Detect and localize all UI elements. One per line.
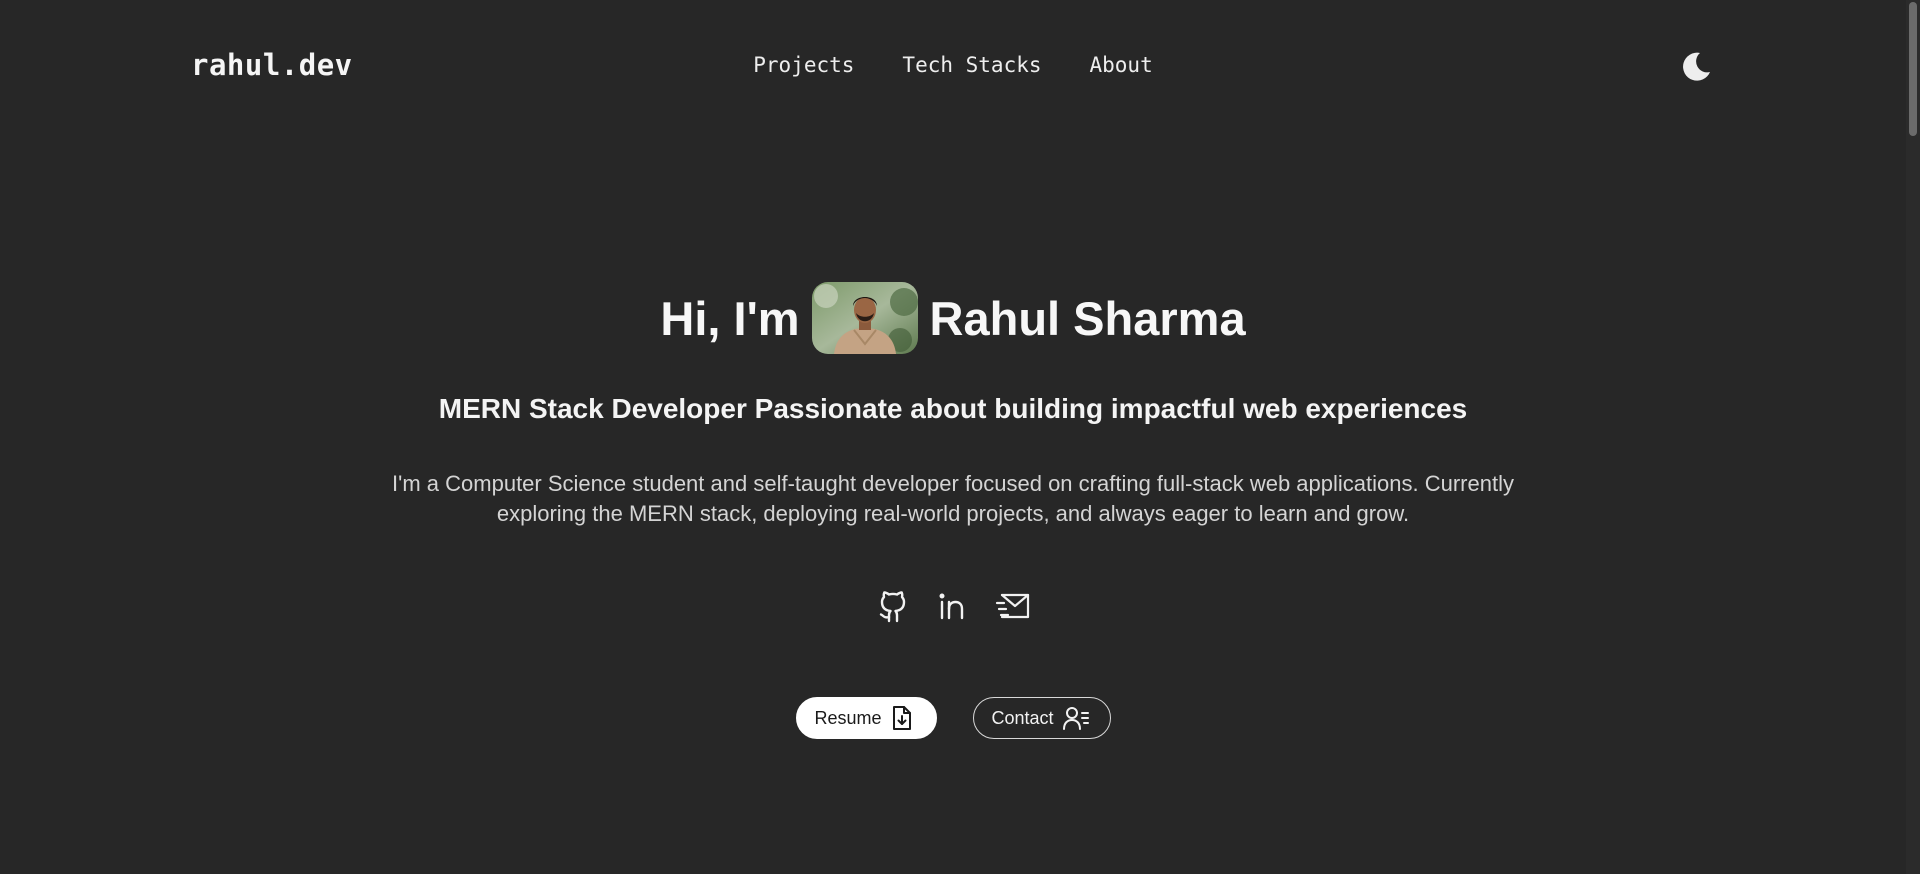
social-links	[0, 588, 1906, 624]
email-icon	[995, 593, 1030, 619]
github-link[interactable]	[875, 588, 911, 624]
contact-card-icon	[1062, 707, 1089, 730]
github-icon	[879, 591, 906, 623]
hero-bio: I'm a Computer Science student and self-…	[392, 471, 1514, 526]
portfolio-page: rahul.dev Projects Tech Stacks About Hi,…	[0, 0, 1920, 874]
site-header: rahul.dev Projects Tech Stacks About	[0, 0, 1908, 134]
hero-tagline: MERN Stack Developer Passionate about bu…	[438, 393, 1468, 424]
contact-button[interactable]: Contact	[972, 697, 1111, 739]
profile-photo	[811, 282, 918, 354]
resume-button[interactable]: Resume	[795, 697, 937, 739]
scrollbar-thumb[interactable]	[1909, 2, 1917, 136]
hero-heading: Hi, I'm Rahul Sharma	[0, 282, 1906, 354]
resume-label: Resume	[814, 707, 882, 728]
theme-toggle-button[interactable]	[1679, 50, 1713, 84]
file-download-icon	[892, 706, 911, 730]
nav-tech-stacks[interactable]: Tech Stacks	[902, 53, 1041, 77]
hero-actions: Resume Contact	[0, 697, 1906, 739]
nav-projects[interactable]: Projects	[753, 53, 854, 77]
linkedin-icon	[939, 593, 964, 620]
email-link[interactable]	[995, 588, 1031, 624]
linkedin-link[interactable]	[935, 588, 971, 624]
contact-label: Contact	[991, 707, 1054, 728]
moon-icon	[1683, 52, 1710, 81]
nav-about[interactable]: About	[1090, 53, 1153, 77]
hero-greeting: Hi, I'm	[660, 291, 800, 345]
main-nav: Projects Tech Stacks About	[0, 53, 1906, 77]
page-scrollbar[interactable]	[1906, 0, 1920, 874]
hero-name: Rahul Sharma	[929, 291, 1246, 345]
